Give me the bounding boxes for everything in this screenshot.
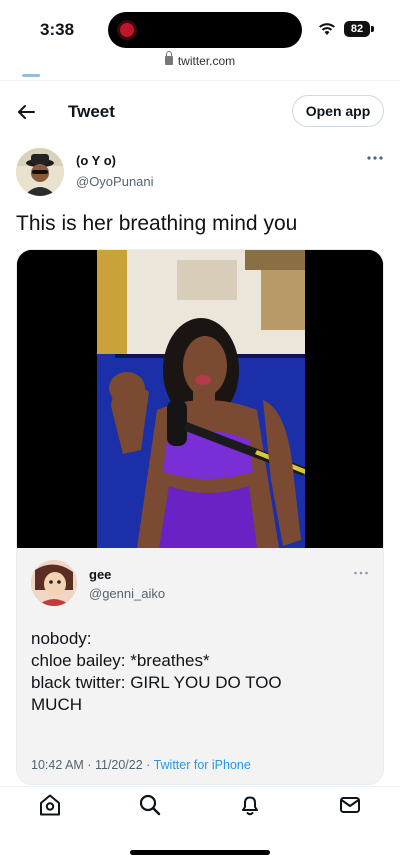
status-bar: 3:38 82	[0, 0, 400, 52]
wifi-icon	[319, 23, 335, 35]
open-app-button[interactable]: Open app	[292, 95, 384, 127]
tweet-date: 11/20/22	[94, 758, 143, 772]
notifications-icon[interactable]	[237, 792, 263, 818]
quoted-text-line: black twitter: GIRL YOU DO TOO	[31, 673, 282, 692]
quoted-avatar-image	[31, 560, 77, 606]
divider	[0, 786, 400, 787]
home-indicator[interactable]	[130, 850, 270, 855]
battery-indicator: 82	[344, 21, 370, 37]
quoted-tweet-card[interactable]: gee @genni_aiko nobody: chloe bailey: *b…	[16, 249, 384, 785]
quoted-author-handle[interactable]: @genni_aiko	[89, 586, 165, 601]
tab-indicator	[22, 74, 40, 77]
video-frame	[17, 250, 383, 548]
back-arrow-icon[interactable]	[14, 100, 38, 124]
avatar[interactable]	[16, 148, 64, 196]
quoted-more-options-icon[interactable]	[353, 570, 369, 576]
divider	[0, 80, 400, 81]
messages-icon[interactable]	[337, 792, 363, 818]
bottom-nav	[0, 792, 400, 822]
video-player[interactable]	[17, 250, 383, 548]
quoted-text-line: chloe bailey: *breathes*	[31, 651, 210, 670]
quoted-text-line: nobody:	[31, 629, 92, 648]
search-icon[interactable]	[137, 792, 163, 818]
quoted-text-line: MUCH	[31, 695, 82, 714]
status-time: 3:38	[40, 20, 75, 39]
page-header: Tweet Open app	[0, 90, 400, 134]
lock-icon	[164, 51, 173, 65]
meta-separator: ·	[83, 758, 95, 772]
meta-separator: ·	[142, 758, 154, 772]
battery-cap	[371, 26, 374, 32]
quoted-author-name[interactable]: gee	[89, 567, 111, 582]
tweet-text: This is her breathing mind you	[16, 212, 298, 235]
avatar-image	[16, 148, 64, 196]
home-icon[interactable]	[37, 792, 63, 818]
recording-indicator-icon	[120, 23, 134, 37]
dynamic-island	[108, 12, 302, 48]
url-text: twitter.com	[177, 54, 236, 68]
quoted-tweet-text: nobody: chloe bailey: *breathes* black t…	[31, 628, 371, 716]
quoted-tweet-body[interactable]: gee @genni_aiko nobody: chloe bailey: *b…	[17, 548, 383, 784]
quoted-avatar[interactable]	[31, 560, 77, 606]
author-name[interactable]: (o Y o)	[76, 153, 116, 168]
page-title: Tweet	[68, 102, 115, 121]
tweet-time: 10:42 AM	[31, 758, 84, 772]
author-handle[interactable]: @OyoPunani	[76, 174, 154, 189]
tweet-source-link[interactable]: Twitter for iPhone	[154, 758, 251, 772]
more-options-icon[interactable]	[366, 154, 384, 162]
quoted-tweet-meta: 10:42 AM · 11/20/22 · Twitter for iPhone	[31, 758, 251, 772]
address-bar[interactable]: twitter.com	[0, 51, 400, 74]
